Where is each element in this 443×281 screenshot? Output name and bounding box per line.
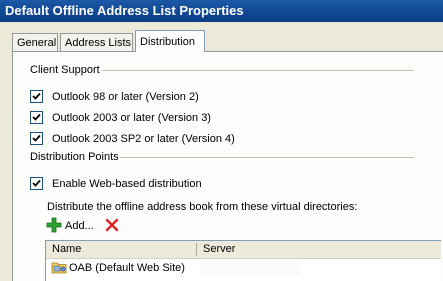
web-distribution-checkbox[interactable] xyxy=(30,176,43,190)
row-name-cell: OAB (Default Web Site) xyxy=(51,259,185,277)
outlook98-checkbox[interactable] xyxy=(30,89,43,103)
checkmark-icon xyxy=(32,134,41,142)
distribution-points-group-label: Distribution Points xyxy=(30,151,125,163)
column-header-name[interactable]: Name xyxy=(46,241,196,258)
add-button[interactable]: Add... xyxy=(46,217,94,235)
outlook98-label: Outlook 98 or later (Version 2) xyxy=(52,91,199,103)
web-distribution-option[interactable]: Enable Web-based distribution xyxy=(30,176,202,191)
tab-distribution[interactable]: Distribution xyxy=(135,30,205,52)
web-distribution-label: Enable Web-based distribution xyxy=(52,178,202,190)
virtual-directories-label: Distribute the offline address book from… xyxy=(47,201,358,213)
outlook2003sp2-option[interactable]: Outlook 2003 SP2 or later (Version 4) xyxy=(30,131,235,146)
plus-icon xyxy=(46,217,62,233)
remove-button[interactable] xyxy=(105,217,119,235)
row-name-label: OAB (Default Web Site) xyxy=(69,262,185,274)
list-header: Name Server xyxy=(46,241,441,259)
checkmark-icon xyxy=(32,113,41,121)
outlook2003sp2-checkbox[interactable] xyxy=(30,131,43,145)
redacted-server-name xyxy=(201,262,301,275)
outlook2003-option[interactable]: Outlook 2003 or later (Version 3) xyxy=(30,110,211,125)
outlook98-option[interactable]: Outlook 98 or later (Version 2) xyxy=(30,89,199,104)
column-header-server[interactable]: Server xyxy=(197,241,441,258)
red-x-icon xyxy=(105,218,119,232)
distribution-points-divider xyxy=(120,157,414,159)
tab-address-lists-label: Address Lists xyxy=(65,37,132,49)
tab-general[interactable]: General xyxy=(12,33,58,51)
add-button-label: Add... xyxy=(65,220,94,232)
checkmark-icon xyxy=(32,179,41,187)
table-row[interactable]: OAB (Default Web Site) xyxy=(46,259,441,277)
outlook2003-checkbox[interactable] xyxy=(30,110,43,124)
virtual-directories-list[interactable]: Name Server OAB (Default Web Site) xyxy=(45,240,441,281)
tab-address-lists[interactable]: Address Lists xyxy=(60,33,133,51)
virtual-directory-icon xyxy=(51,262,67,274)
client-support-divider xyxy=(102,70,414,72)
client-support-group-label: Client Support xyxy=(30,64,106,76)
outlook2003sp2-label: Outlook 2003 SP2 or later (Version 4) xyxy=(52,133,235,145)
tab-distribution-label: Distribution xyxy=(140,36,196,48)
checkmark-icon xyxy=(32,92,41,100)
outlook2003-label: Outlook 2003 or later (Version 3) xyxy=(52,112,211,124)
window-title: Default Offline Address List Properties xyxy=(5,3,244,18)
tab-general-label: General xyxy=(17,37,57,49)
window-title-bar[interactable]: Default Offline Address List Properties xyxy=(0,0,443,22)
